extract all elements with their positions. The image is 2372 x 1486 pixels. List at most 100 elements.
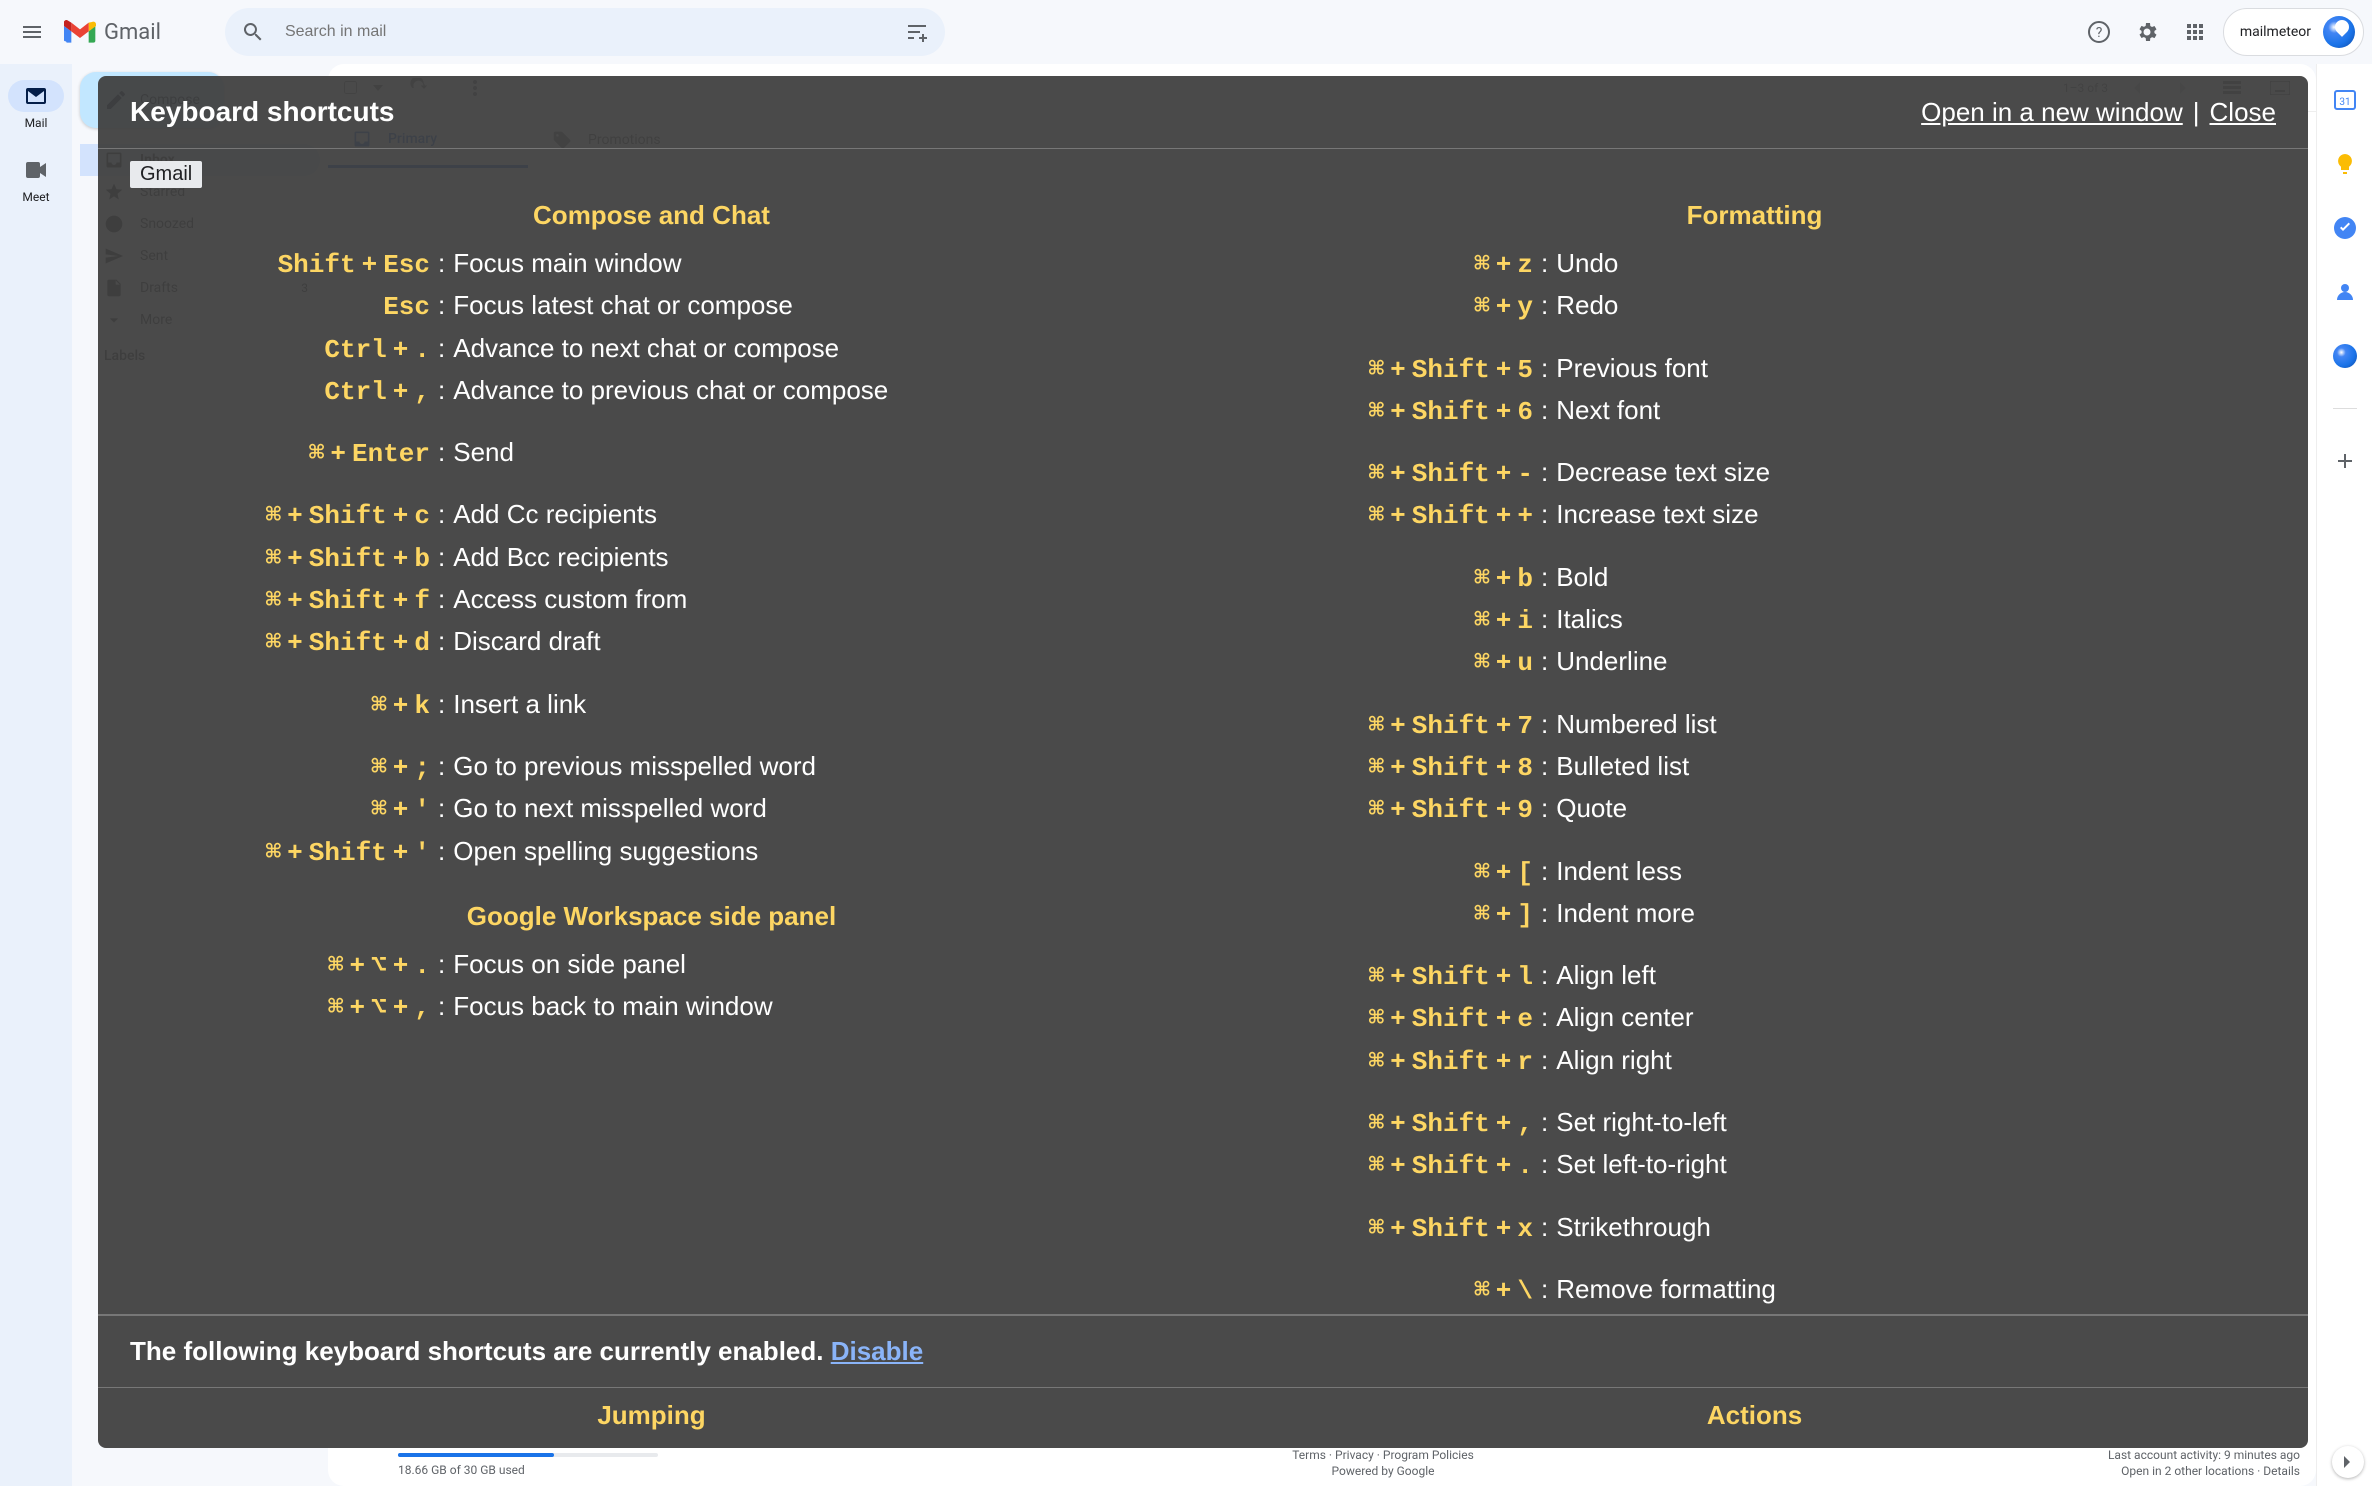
chevron-right-icon <box>2344 1456 2352 1468</box>
formatting-shortcut-row: ⌘+Shift+8:Bulleted list <box>1233 746 2276 788</box>
search-bar[interactable] <box>225 8 945 56</box>
shortcut-description: Indent more <box>1556 893 2276 933</box>
hide-sidepanel-button[interactable] <box>2332 1446 2364 1478</box>
help-icon: ? <box>2087 20 2111 44</box>
gmail-logo-icon <box>64 20 96 44</box>
shortcuts-scroll-area[interactable]: Gmail Compose and Chat Shift+Esc:Focus m… <box>98 148 2308 1315</box>
open-new-window-link[interactable]: Open in a new window <box>1921 97 2183 127</box>
tasks-app[interactable] <box>2325 208 2365 248</box>
section-formatting-title: Formatting <box>1233 200 2276 231</box>
calendar-app[interactable]: 31 <box>2325 80 2365 120</box>
tasks-icon <box>2333 216 2357 240</box>
left-rail: Mail Meet <box>0 64 72 1486</box>
shortcut-keys: ⌘+b <box>1233 559 1533 599</box>
get-addons[interactable] <box>2325 441 2365 481</box>
menu-button[interactable] <box>8 8 56 56</box>
close-dialog-link[interactable]: Close <box>2210 97 2276 127</box>
shortcut-keys: Ctrl+, <box>130 372 430 412</box>
compose-shortcut-row: Shift+Esc:Focus main window <box>130 243 1173 285</box>
footer: 18.66 GB of 30 GB used Terms · Privacy ·… <box>398 1448 2300 1478</box>
storage-text: 18.66 GB of 30 GB used <box>398 1463 658 1477</box>
shortcut-keys: ⌘+Shift+r <box>1233 1042 1533 1082</box>
settings-button[interactable] <box>2127 12 2167 52</box>
formatting-shortcut-row: ⌘+Shift+-:Decrease text size <box>1233 452 2276 494</box>
formatting-shortcut-row: ⌘+Shift+6:Next font <box>1233 390 2276 432</box>
compose-shortcut-row: ⌘+Enter:Send <box>130 432 1173 474</box>
formatting-shortcut-row: ⌘+Shift++:Increase text size <box>1233 494 2276 536</box>
formatting-shortcut-row: ⌘+Shift+7:Numbered list <box>1233 704 2276 746</box>
formatting-shortcut-row: ⌘+Shift+x:Strikethrough <box>1233 1207 2276 1249</box>
shortcut-description: Undo <box>1556 243 2276 283</box>
svg-text:31: 31 <box>2339 97 2350 108</box>
shortcuts-enabled-text: The following keyboard shortcuts are cur… <box>130 1336 831 1366</box>
shortcut-keys: ⌘+y <box>1233 287 1533 327</box>
shortcut-description: Strikethrough <box>1556 1207 2276 1247</box>
shortcut-keys: ⌘+Shift+d <box>130 623 430 663</box>
section-jumping-title: Jumping <box>130 1400 1173 1431</box>
shortcut-keys: ⌘+Shift+- <box>1233 454 1533 494</box>
shortcuts-col-left: Compose and Chat Shift+Esc:Focus main wi… <box>130 192 1173 1311</box>
shortcuts-col-right: Formatting ⌘+z:Undo⌘+y:Redo⌘+Shift+5:Pre… <box>1233 192 2276 1311</box>
support-button[interactable]: ? <box>2079 12 2119 52</box>
shortcut-keys: ⌘+k <box>130 686 430 726</box>
shortcut-description: Focus latest chat or compose <box>453 285 1173 325</box>
formatting-shortcut-row: ⌘+Shift+9:Quote <box>1233 788 2276 830</box>
compose-shortcut-row: Esc:Focus latest chat or compose <box>130 285 1173 327</box>
storage-bar <box>398 1453 658 1457</box>
footer-activity: Last account activity: 9 minutes ago <box>2108 1448 2300 1462</box>
shortcut-description: Align left <box>1556 955 2276 995</box>
compose-shortcut-row: Ctrl+,:Advance to previous chat or compo… <box>130 370 1173 412</box>
shortcut-keys: Shift+Esc <box>130 245 430 285</box>
search-input[interactable] <box>273 23 897 41</box>
shortcut-keys: ⌘+Shift++ <box>1233 496 1533 536</box>
disable-shortcuts-link[interactable]: Disable <box>831 1336 924 1366</box>
mailmeteor-app[interactable] <box>2325 336 2365 376</box>
sidepanel-shortcut-row: ⌘+⌥+,:Focus back to main window <box>130 986 1173 1028</box>
compose-shortcut-row: ⌘+Shift+b:Add Bcc recipients <box>130 537 1173 579</box>
shortcut-keys: ⌘+⌥+. <box>130 946 430 986</box>
avatar <box>2323 16 2355 48</box>
shortcut-description: Underline <box>1556 641 2276 681</box>
shortcut-description: Focus main window <box>453 243 1173 283</box>
compose-shortcut-row: ⌘+Shift+':Open spelling suggestions <box>130 831 1173 873</box>
shortcut-keys: ⌘+Shift+, <box>1233 1104 1533 1144</box>
footer-locations[interactable]: Open in 2 other locations · Details <box>2108 1464 2300 1478</box>
calendar-icon: 31 <box>2333 88 2357 112</box>
formatting-shortcut-row: ⌘+Shift+e:Align center <box>1233 997 2276 1039</box>
shortcut-description: Access custom from <box>453 579 1173 619</box>
shortcut-description: Set left-to-right <box>1556 1144 2276 1184</box>
footer-terms[interactable]: Terms · Privacy · Program Policies <box>1292 1448 1474 1462</box>
shortcut-description: Remove formatting <box>1556 1269 2276 1309</box>
account-switcher[interactable]: mailmeteor <box>2223 8 2364 56</box>
shortcut-description: Numbered list <box>1556 704 2276 744</box>
keep-app[interactable] <box>2325 144 2365 184</box>
shortcut-keys: ⌘+u <box>1233 643 1533 683</box>
shortcut-description: Decrease text size <box>1556 452 2276 492</box>
shortcut-keys: Esc <box>130 287 430 327</box>
gear-icon <box>2135 20 2159 44</box>
shortcut-keys: ⌘+Shift+f <box>130 581 430 621</box>
search-options-button[interactable] <box>897 12 937 52</box>
formatting-shortcut-row: ⌘+i:Italics <box>1233 599 2276 641</box>
gmail-logo-text: Gmail <box>104 20 161 45</box>
search-button[interactable] <box>233 12 273 52</box>
shortcuts-status-row: The following keyboard shortcuts are cur… <box>98 1315 2308 1388</box>
shortcut-description: Discard draft <box>453 621 1173 661</box>
apps-button[interactable] <box>2175 12 2215 52</box>
shortcut-description: Insert a link <box>453 684 1173 724</box>
rail-mail[interactable]: Mail <box>8 80 64 130</box>
shortcut-keys: ⌘+Shift+5 <box>1233 350 1533 390</box>
mail-icon <box>8 80 64 112</box>
sidepanel-shortcut-row: ⌘+⌥+.:Focus on side panel <box>130 944 1173 986</box>
gmail-logo[interactable]: Gmail <box>64 20 161 45</box>
formatting-shortcut-row: ⌘+Shift+l:Align left <box>1233 955 2276 997</box>
compose-shortcut-row: Ctrl+.:Advance to next chat or compose <box>130 328 1173 370</box>
mailmeteor-icon <box>2333 344 2357 368</box>
shortcut-description: Redo <box>1556 285 2276 325</box>
shortcut-description: Send <box>453 432 1173 472</box>
side-panel: 31 <box>2316 64 2372 1486</box>
shortcut-description: Go to next misspelled word <box>453 788 1173 828</box>
rail-meet[interactable]: Meet <box>8 154 64 204</box>
footer-powered: Powered by Google <box>1292 1464 1474 1478</box>
contacts-app[interactable] <box>2325 272 2365 312</box>
